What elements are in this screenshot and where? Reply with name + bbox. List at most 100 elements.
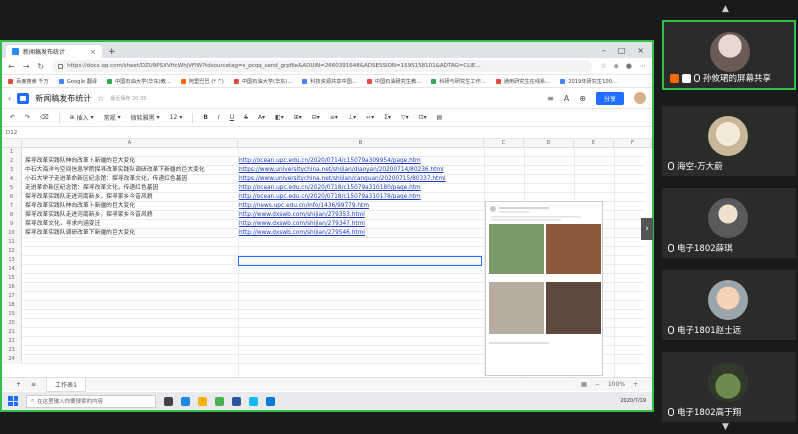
row-header[interactable]: 16 (2, 283, 22, 292)
bookmark-item[interactable]: 中国石油大学(华东)教... (107, 78, 171, 85)
back-icon[interactable]: ← (8, 62, 15, 71)
align-icon[interactable]: ≡▾ (330, 114, 338, 121)
scroll-down-icon[interactable]: ▼ (722, 422, 729, 432)
cell-link[interactable]: http://www.dxswb.com/shijian/279353.html (239, 211, 484, 220)
row-header[interactable]: 24 (2, 355, 22, 364)
row-header[interactable]: 20 (2, 319, 22, 328)
participant-tile[interactable]: 电子1802高于翔 (662, 352, 796, 422)
browser-tab[interactable]: 新闻稿发布统计 × (6, 45, 102, 58)
redo-icon[interactable]: ↷ (25, 114, 30, 121)
scroll-up-icon[interactable]: ▲ (722, 4, 729, 14)
column-header[interactable]: C (484, 139, 524, 148)
font-select[interactable]: 微软雅黑 ▾ (131, 113, 160, 122)
row-header[interactable]: 17 (2, 292, 22, 301)
cell-link[interactable]: http://ocean.upc.edu.cn/2020/0718/c15079… (239, 184, 484, 193)
mail-icon[interactable] (266, 396, 275, 406)
font-size-select[interactable]: 12 ▾ (170, 114, 183, 121)
spreadsheet-grid[interactable]: A B C D E F 1 2 探寻改革实践队伸向改革卜新疆的巨大变化 http://… (2, 139, 652, 377)
cell-title[interactable]: 探寻改革实践队调研改革下新疆的巨大变化 (25, 229, 240, 238)
row-header[interactable]: 13 (2, 256, 22, 265)
bookmark-item[interactable]: Google 翻译 (58, 78, 97, 85)
cell-reference[interactable]: D12 (2, 130, 30, 136)
add-sheet-icon[interactable]: + (16, 381, 21, 388)
valign-icon[interactable]: ⊥▾ (348, 114, 356, 121)
cell-title[interactable]: 探寻改革实践队伸向改革卜新疆的巨大变化 (25, 202, 240, 211)
task-view-icon[interactable] (164, 396, 173, 406)
undo-icon[interactable]: ↶ (10, 114, 15, 121)
bookmark-item[interactable]: 中国石油研究生教... (366, 78, 421, 85)
taskbar-clock[interactable]: 2020/7/19 (620, 398, 646, 404)
embedded-image[interactable] (485, 201, 603, 376)
row-header[interactable]: 23 (2, 346, 22, 355)
border-icon[interactable]: ⊞▾ (294, 114, 302, 121)
profile-icon[interactable]: ● (626, 62, 632, 70)
sheet-tools-icon[interactable]: ▤ (437, 114, 443, 121)
number-format-select[interactable]: 常规 ▾ (104, 113, 121, 122)
reload-icon[interactable]: ↻ (37, 62, 44, 71)
bookmark-item[interactable]: 2019年研究生100... (560, 78, 617, 85)
bookmark-item[interactable]: 科研与研究生工作... (431, 78, 486, 85)
star-icon[interactable]: ☆ (600, 62, 606, 70)
cell-title[interactable]: 探寻改革文化，寻求内涵变迁 (25, 220, 240, 229)
row-header[interactable]: 3 (2, 166, 22, 175)
extension-icon[interactable]: ◈ (614, 62, 619, 70)
bold-button[interactable]: B (203, 114, 208, 121)
column-header[interactable]: A (22, 139, 238, 148)
cell-title[interactable]: 探寻改革实践队走进河南新乡，探寻家乡今昔风貌 (25, 211, 240, 220)
tencent-docs-logo-icon[interactable] (17, 92, 30, 104)
participant-tile[interactable]: 电子1802薛琪 (662, 188, 796, 258)
fill-color-icon[interactable]: ◧▾ (275, 114, 284, 121)
wrap-icon[interactable]: ↵▾ (366, 114, 374, 121)
row-header[interactable]: 7 (2, 202, 22, 211)
row-header[interactable]: 8 (2, 211, 22, 220)
windows-start-icon[interactable] (8, 396, 18, 406)
bookmark-item[interactable]: 百度搜索 千万 (8, 78, 49, 85)
row-header[interactable]: 14 (2, 265, 22, 274)
strikethrough-button[interactable]: S (244, 114, 248, 121)
favorite-star-icon[interactable]: ☆ (97, 94, 104, 103)
column-header[interactable]: E (574, 139, 614, 148)
cell-link[interactable]: http://news.upc.edu.cn/info/1436/99779.h… (239, 202, 484, 211)
cell-title[interactable]: 小石大学子走进革命新区纪念馆：探寻改革文化，传递红色基因 (25, 175, 240, 184)
underline-button[interactable]: U (230, 114, 234, 121)
sum-icon[interactable]: Σ▾ (384, 114, 391, 121)
menu-icon[interactable]: ⋯ (639, 62, 646, 70)
taskbar-search-input[interactable]: ⌕ 在这里输入你要搜索的内容 (26, 394, 156, 408)
zoom-level[interactable]: 100% (608, 381, 625, 388)
column-header[interactable]: D (524, 139, 574, 148)
qq-icon[interactable] (249, 396, 258, 406)
close-tab-icon[interactable]: × (90, 48, 96, 56)
cell-link[interactable]: https://www.universitychina.net/shijian/… (239, 175, 484, 184)
close-window-icon[interactable]: × (637, 44, 644, 58)
row-header[interactable]: 15 (2, 274, 22, 283)
bookmark-item[interactable]: 阿里巴巴 (* ^) (180, 78, 224, 85)
row-header[interactable]: 11 (2, 238, 22, 247)
participant-tile[interactable]: 孙攸珺的屏幕共享 (662, 20, 796, 90)
row-header[interactable]: 4 (2, 175, 22, 184)
row-header[interactable]: 22 (2, 337, 22, 346)
cell-link[interactable]: http://ocean.upc.edu.cn/2020/0718/c15079… (239, 193, 484, 202)
format-painter-icon[interactable]: ⌫ (40, 114, 48, 121)
merge-cells-icon[interactable]: ⊟▾ (312, 114, 320, 121)
row-header[interactable]: 6 (2, 193, 22, 202)
italic-button[interactable]: I (218, 114, 220, 121)
row-header[interactable]: 12 (2, 247, 22, 256)
participant-tile[interactable]: 海空-万大蔚 (662, 106, 796, 176)
column-header[interactable]: B (238, 139, 484, 148)
sheet-tab[interactable]: 工作表1 (46, 377, 86, 392)
sheet-list-icon[interactable]: ≡ (31, 381, 36, 388)
doc-title[interactable]: 新闻稿发布统计 (35, 93, 91, 104)
url-field[interactable]: https://docs.qq.com/sheet/DZU9PSXVHcWhjV… (52, 60, 593, 72)
selected-cell[interactable] (238, 256, 482, 266)
row-header[interactable]: 5 (2, 184, 22, 193)
row-header[interactable]: 1 (2, 148, 22, 157)
cell-link[interactable]: http://www.dxswb.com/shijian/279347.html (239, 220, 484, 229)
text-format-icon[interactable]: A (564, 94, 569, 103)
zoom-in-icon[interactable]: + (633, 381, 638, 388)
maximize-icon[interactable]: □ (618, 44, 626, 58)
corner-cell[interactable] (2, 139, 22, 148)
cell-link[interactable]: https://www.universitychina.net/shijian/… (239, 166, 484, 175)
add-collaborator-icon[interactable]: ⊕ (579, 94, 586, 103)
row-header[interactable]: 2 (2, 157, 22, 166)
bookmark-item[interactable]: 通用研究生在线系... (495, 78, 550, 85)
